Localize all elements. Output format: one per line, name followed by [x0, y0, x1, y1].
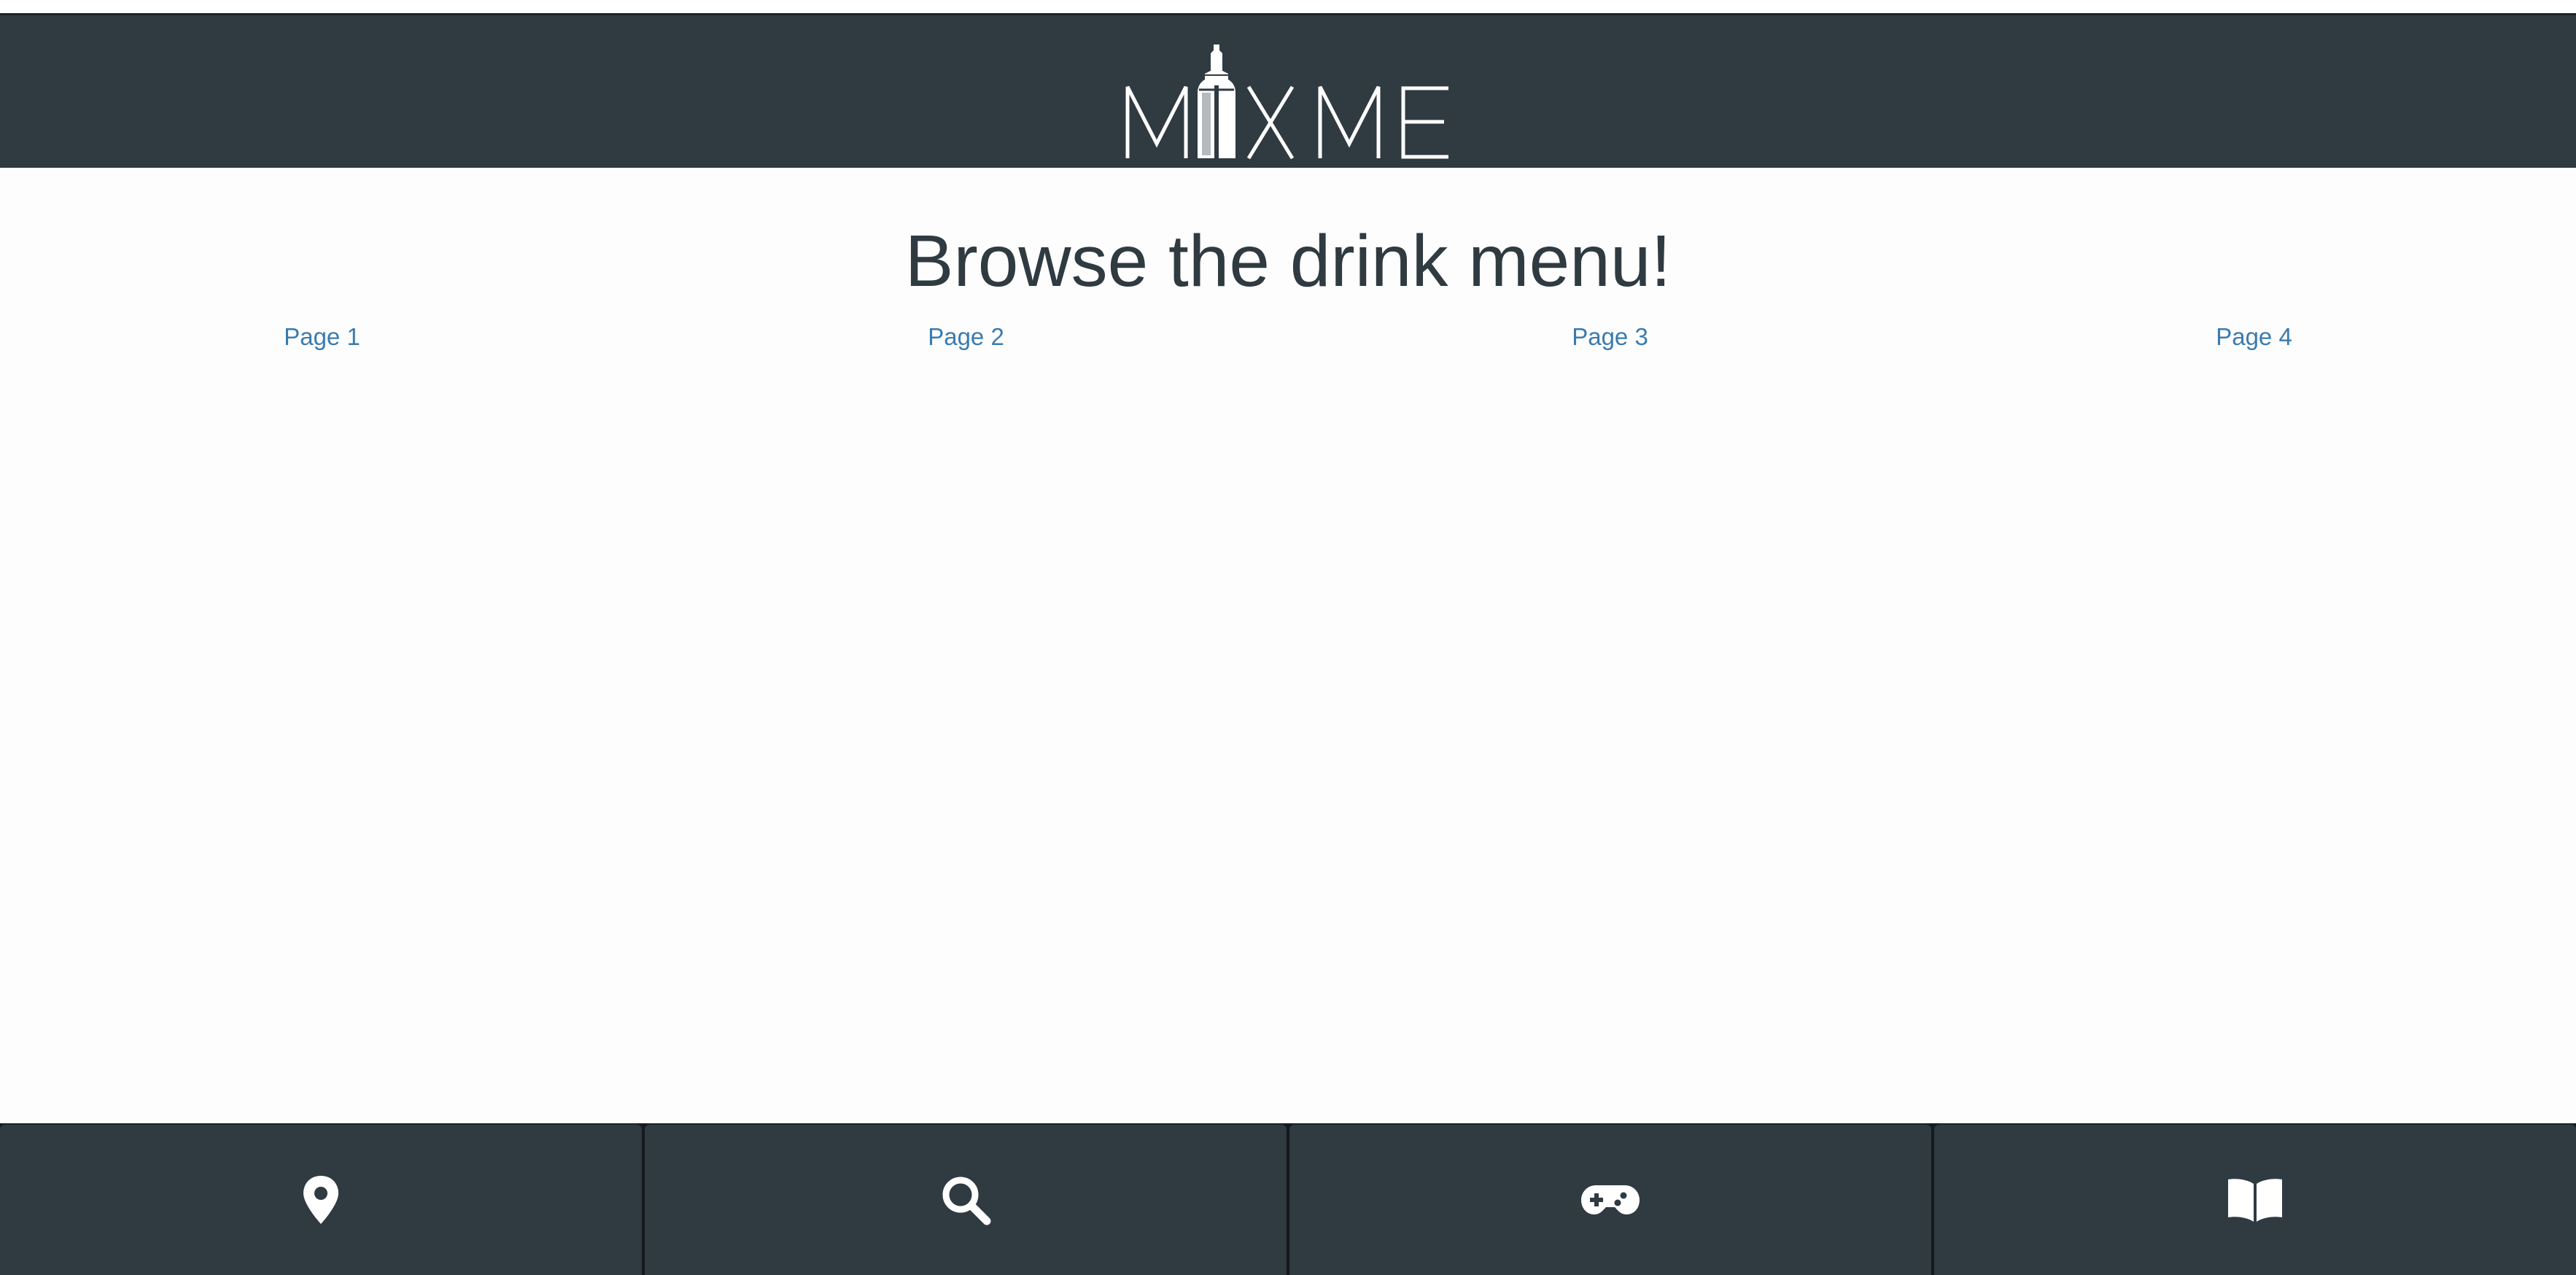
nav-games-button[interactable] — [1289, 1123, 1931, 1275]
mixme-logo[interactable] — [1123, 42, 1453, 164]
map-marker-icon — [302, 1174, 340, 1225]
top-strip — [0, 0, 2576, 13]
page-4-link[interactable]: Page 4 — [2216, 323, 2292, 350]
main-content: Browse the drink menu! Page 1 Page 2 Pag… — [0, 168, 2576, 1123]
shaker-icon — [1198, 44, 1235, 158]
page-cell: Page 1 — [0, 322, 644, 366]
bottom-nav — [0, 1123, 2576, 1275]
nav-map-button[interactable] — [0, 1123, 642, 1275]
page-3-link[interactable]: Page 3 — [1572, 323, 1648, 350]
page-links: Page 1 Page 2 Page 3 Page 4 — [0, 322, 2576, 366]
page-cell: Page 2 — [644, 322, 1288, 366]
gamepad-icon — [1580, 1182, 1641, 1217]
page-1-link[interactable]: Page 1 — [284, 323, 360, 350]
nav-menu-button[interactable] — [1934, 1123, 2576, 1275]
page-cell: Page 3 — [1288, 322, 1932, 366]
page-2-link[interactable]: Page 2 — [928, 323, 1004, 350]
search-icon — [940, 1174, 991, 1225]
page-title: Browse the drink menu! — [904, 220, 1672, 302]
page-cell: Page 4 — [1932, 322, 2576, 366]
book-icon — [2227, 1177, 2284, 1223]
app-header — [0, 13, 2576, 168]
nav-search-button[interactable] — [645, 1123, 1287, 1275]
